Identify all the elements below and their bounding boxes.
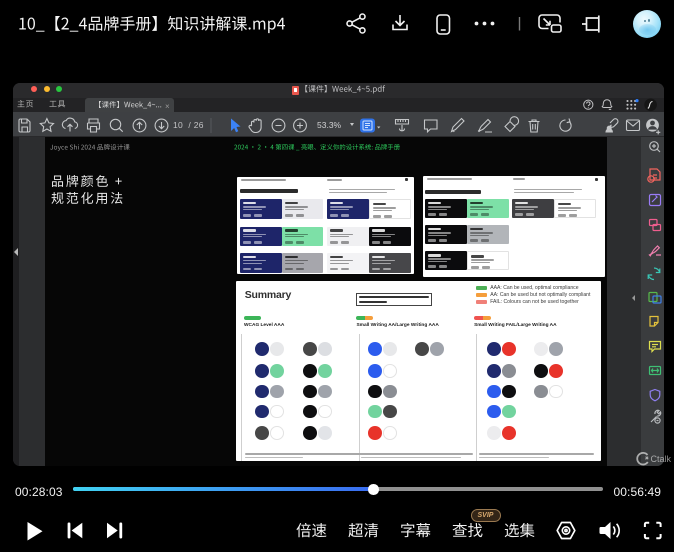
svg-text:Ctalk: Ctalk bbox=[651, 454, 672, 464]
